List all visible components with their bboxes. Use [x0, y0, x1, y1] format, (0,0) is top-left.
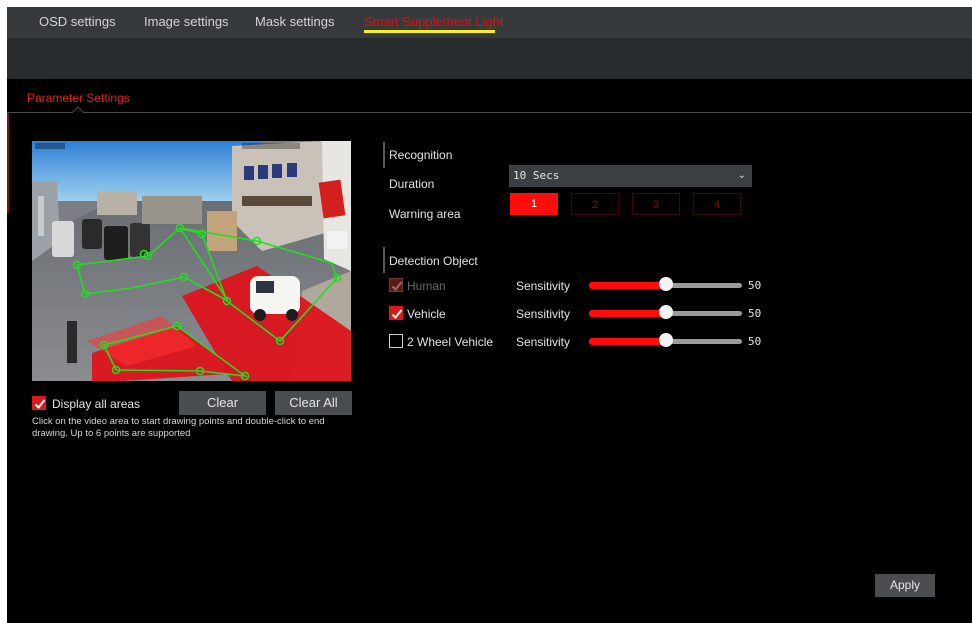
two-wheel-vehicle-checkbox[interactable] [389, 334, 403, 348]
slider-thumb[interactable] [658, 333, 673, 347]
human-checkbox[interactable] [389, 278, 403, 292]
camera-scene [32, 141, 351, 381]
vehicle-label: Vehicle [407, 307, 446, 321]
duration-value: 10 Secs [513, 169, 560, 182]
parameter-panel: Parameter Settings Display all areas Cle… [7, 79, 972, 623]
tab-image-settings[interactable]: Image settings [144, 7, 229, 38]
slider-fill [589, 338, 666, 345]
clear-all-button[interactable]: Clear All [275, 391, 352, 415]
settings-window: OSD settings Image settings Mask setting… [7, 7, 972, 623]
active-tab-underline [364, 30, 495, 33]
vehicle-sensitivity-slider[interactable] [589, 305, 742, 319]
slider-fill [589, 310, 666, 317]
slider-thumb[interactable] [658, 277, 673, 291]
toolbar-band [7, 38, 972, 79]
duration-label: Duration [389, 177, 435, 191]
recognition-title: Recognition [389, 148, 453, 162]
duration-select[interactable]: 10 Secs ⌄ [509, 165, 752, 187]
vehicle-sensitivity-value: 50 [748, 307, 762, 320]
apply-button[interactable]: Apply [875, 574, 935, 597]
drawing-hint: Click on the video area to start drawing… [32, 416, 325, 439]
chevron-down-icon: ⌄ [737, 170, 746, 181]
warning-area-label: Warning area [389, 207, 461, 221]
two-wheel-vehicle-sensitivity-slider[interactable] [589, 333, 742, 347]
two-wheel-vehicle-sensitivity-value: 50 [748, 335, 762, 348]
display-all-areas-label: Display all areas [52, 397, 141, 411]
subtab-parameter-settings[interactable]: Parameter Settings [27, 91, 130, 105]
slider-thumb[interactable] [658, 305, 673, 319]
two-wheel-vehicle-sensitivity-label: Sensitivity [516, 335, 571, 349]
human-label: Human [407, 279, 446, 293]
tab-mask-settings[interactable]: Mask settings [255, 7, 334, 38]
detection-section-bar [383, 247, 385, 273]
tab-smart-supplement-light[interactable]: Smart Supplement Light [364, 7, 503, 38]
area-controls: Display all areas Clear Clear All [32, 391, 352, 415]
slider-fill [589, 282, 666, 289]
checkmark-icon [391, 309, 403, 319]
warning-area-4-button[interactable]: 4 [693, 193, 741, 215]
recognition-section-bar [383, 142, 385, 168]
human-sensitivity-value: 50 [748, 279, 762, 292]
subtab-pointer-icon [72, 106, 84, 113]
video-preview[interactable] [32, 141, 351, 381]
tab-osd-settings[interactable]: OSD settings [39, 7, 116, 38]
warning-area-2-button[interactable]: 2 [571, 193, 619, 215]
human-sensitivity-slider[interactable] [589, 277, 742, 291]
clear-button[interactable]: Clear [179, 391, 266, 415]
checkmark-icon [391, 281, 403, 291]
warning-area-1-button[interactable]: 1 [510, 193, 558, 215]
warning-area-3-button[interactable]: 3 [632, 193, 680, 215]
two-wheel-vehicle-label: 2 Wheel Vehicle [407, 335, 494, 349]
left-edge-accent [7, 113, 9, 213]
vehicle-checkbox[interactable] [389, 306, 403, 320]
human-sensitivity-label: Sensitivity [516, 279, 571, 293]
detection-title: Detection Object [389, 254, 478, 268]
display-all-areas-checkbox[interactable] [32, 396, 46, 410]
vehicle-sensitivity-label: Sensitivity [516, 307, 571, 321]
checkmark-icon [34, 399, 46, 409]
tab-bar: OSD settings Image settings Mask setting… [7, 7, 972, 38]
subtab-divider [7, 112, 972, 113]
